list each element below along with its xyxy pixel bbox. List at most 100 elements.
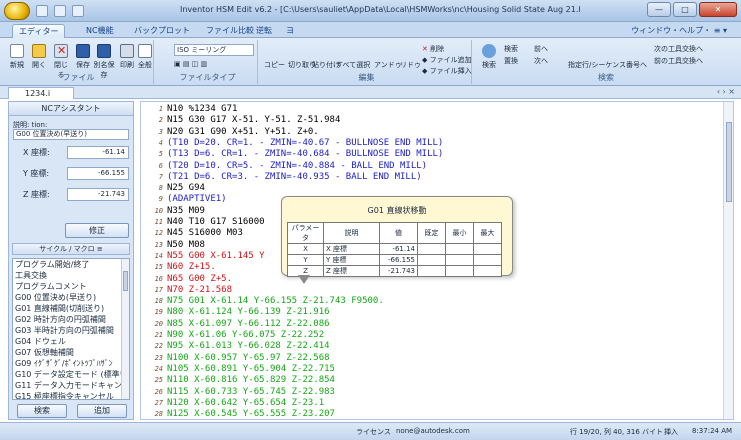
- cycle-list-item[interactable]: G02 時計方向の円弧補間: [13, 314, 123, 325]
- application-menu-button[interactable]: [4, 2, 30, 20]
- minimize-button[interactable]: —: [647, 2, 671, 17]
- cycle-macro-header[interactable]: サイクル / マクロ ≡: [12, 243, 130, 255]
- code-line[interactable]: 4 (T10 D=20. CR=1. - ZMIN=-40.67 - BULLNO…: [141, 138, 721, 150]
- search-button[interactable]: 検索: [478, 44, 500, 70]
- code-line[interactable]: 5 (T13 D=6. CR=1. - ZMIN=-40.684 - BULLNO…: [141, 149, 721, 161]
- cycle-list-item[interactable]: G07 仮想軸補間: [13, 347, 123, 358]
- prev-button[interactable]: 前へ: [534, 44, 548, 54]
- param-empty: [417, 254, 446, 266]
- qat-redo-icon[interactable]: [72, 5, 84, 17]
- line-number: 15: [154, 263, 163, 272]
- line-number: 9: [158, 195, 163, 204]
- line-number: 4: [158, 138, 163, 147]
- line-number: 1: [158, 105, 163, 113]
- maximize-button[interactable]: □: [673, 2, 697, 17]
- tab-extra[interactable]: ヨ: [280, 24, 300, 38]
- code-line[interactable]: 6 (T20 D=10. CR=5. - ZMIN=-40.884 - BALL …: [141, 161, 721, 173]
- code-line[interactable]: 19 N80 X-61.124 Y-66.139 Z-21.916: [141, 307, 721, 319]
- close-window-button[interactable]: ✕: [699, 2, 737, 17]
- general-button[interactable]: 全般: [136, 44, 154, 70]
- col-min: 最小: [445, 222, 474, 244]
- tab-nc-functions[interactable]: NC機能: [80, 24, 120, 38]
- tab-editor[interactable]: エディター: [12, 24, 66, 38]
- cycle-list-item[interactable]: G15 極座標指令キャンセル: [13, 391, 123, 399]
- code-line[interactable]: 27 N120 X-60.642 Y-65.654 Z-23.1: [141, 398, 721, 410]
- tab-backplot[interactable]: バックプロット: [128, 24, 196, 38]
- document-nav[interactable]: ‹ › ×: [717, 87, 735, 96]
- x-coord-field[interactable]: -61.14: [67, 146, 129, 159]
- code-line[interactable]: 7 (T21 D=6. CR=3. - ZMIN=-40.935 - BALL E…: [141, 172, 721, 184]
- param-empty: [473, 243, 502, 255]
- qat-undo-icon[interactable]: [54, 5, 66, 17]
- cycle-list-item[interactable]: プログラム開始/終了: [13, 259, 123, 270]
- code-line[interactable]: 1 N10 %1234 G71: [141, 104, 721, 116]
- modify-button[interactable]: 修正: [65, 223, 129, 238]
- add-file-button[interactable]: ◆ ファイル追加: [422, 55, 472, 65]
- cycle-add-button[interactable]: 追加: [77, 404, 127, 418]
- cycle-list-item[interactable]: G03 半時計方向の円弧補間: [13, 325, 123, 336]
- ribbon-tabs: エディター NC機能 バックプロット ファイル比較 逆転 ヨ ウィンドウ・ヘルプ…: [0, 22, 741, 38]
- code-line[interactable]: 23 N100 X-60.957 Y-65.97 Z-22.568: [141, 353, 721, 365]
- open-button[interactable]: 開く: [30, 44, 48, 70]
- filetype-combo[interactable]: ISO ミーリング: [174, 44, 254, 56]
- new-button[interactable]: 新規: [8, 44, 26, 70]
- z-coord-field[interactable]: -21.743: [67, 188, 129, 201]
- cycle-list-item[interactable]: 工具交換: [13, 270, 123, 281]
- code-line[interactable]: 24 N105 X-60.891 Y-65.904 Z-22.715: [141, 364, 721, 376]
- cycle-list-scroll-thumb[interactable]: [123, 271, 128, 291]
- line-number: 3: [158, 127, 163, 136]
- tooltip-param-row: YY 座標 -66.155: [287, 254, 502, 266]
- code-line[interactable]: 2 N15 G30 G17 X-51. Y-51. Z-51.984: [141, 115, 721, 127]
- next-button[interactable]: 次へ: [534, 56, 548, 66]
- code-line[interactable]: 20 N85 X-61.097 Y-66.112 Z-22.086: [141, 319, 721, 331]
- copy-button[interactable]: コピー: [264, 60, 285, 70]
- cycle-list-item[interactable]: G04 ドウェル: [13, 336, 123, 347]
- tab-reverse[interactable]: 逆転: [250, 24, 278, 38]
- clock: 8:37:24 AM: [692, 427, 733, 435]
- redo-button[interactable]: リドゥ: [400, 60, 421, 70]
- code-text: N75 G01 X-61.14 Y-66.155 Z-21.743 F9500.: [167, 296, 384, 307]
- code-line[interactable]: 25 N110 X-60.816 Y-65.829 Z-22.854: [141, 375, 721, 387]
- description-field[interactable]: G00 位置決め(早送り): [13, 129, 129, 140]
- delete-button[interactable]: ✕ 削除: [422, 44, 444, 54]
- y-coord-field[interactable]: -66.155: [67, 167, 129, 180]
- cycle-list-scrollbar[interactable]: [121, 259, 129, 399]
- goto-line-button[interactable]: 指定行/シーケンス番号へ: [568, 60, 647, 70]
- param-param: Z: [287, 265, 324, 277]
- cycle-list-item[interactable]: G10 データ設定モード (標準ワ: [13, 369, 123, 380]
- group-filetype: ISO ミーリング ▣ ▤ ◫ ▥ ファイルタイプ: [158, 40, 258, 84]
- editor-scroll-thumb[interactable]: [726, 122, 732, 202]
- qat-save-icon[interactable]: [36, 5, 48, 17]
- code-text: N70 Z-21.568: [167, 284, 233, 295]
- line-number: 16: [154, 274, 163, 283]
- next-tool-change-button[interactable]: 次の工具交換へ: [654, 44, 703, 54]
- code-line[interactable]: 8 N25 G94: [141, 183, 721, 195]
- code-line[interactable]: 3 N20 G31 G90 X+51. Y+51. Z+0.: [141, 127, 721, 139]
- cycle-list-item[interactable]: G00 位置決め(早送り): [13, 292, 123, 303]
- document-tab[interactable]: 1234.i: [8, 87, 74, 99]
- code-line[interactable]: 21 N90 X-61.06 Y-66.075 Z-22.252: [141, 330, 721, 342]
- code-line[interactable]: 17 N70 Z-21.568: [141, 285, 721, 297]
- window-help-menu[interactable]: ウィンドウ・ヘルプ・ ≡ ▾: [631, 25, 727, 36]
- replace-button[interactable]: 置換: [504, 56, 518, 66]
- code-line[interactable]: 26 N115 X-60.733 Y-65.745 Z-22.983: [141, 387, 721, 399]
- code-line[interactable]: 22 N95 X-61.013 Y-66.028 Z-22.414: [141, 341, 721, 353]
- document-tab-strip: 1234.i ‹ › ×: [0, 86, 741, 99]
- prev-tool-change-button[interactable]: 前の工具交換へ: [654, 56, 703, 66]
- cycle-list-item[interactable]: プログラムコメント: [13, 281, 123, 292]
- cycle-search-button[interactable]: 検索: [17, 404, 67, 418]
- code-line[interactable]: 18 N75 G01 X-61.14 Y-66.155 Z-21.743 F950…: [141, 296, 721, 308]
- editor-scrollbar[interactable]: [723, 102, 733, 419]
- print-button[interactable]: 印刷: [118, 44, 136, 70]
- code-line[interactable]: 28 N125 X-60.545 Y-65.555 Z-23.207: [141, 409, 721, 419]
- filetype-icons[interactable]: ▣ ▤ ◫ ▥: [174, 60, 207, 68]
- line-number: 25: [154, 376, 163, 385]
- cycle-list-item[interactable]: G01 直線補間(切削送り): [13, 303, 123, 314]
- cycle-list-item[interactable]: G09 ｲｸﾞｻﾞｸﾞ/ﾎﾟｲﾝﾄﾂﾌﾞﾊｻﾞﾝ: [13, 358, 123, 369]
- cycle-list-item[interactable]: G11 データ入力モードキャンセル: [13, 380, 123, 391]
- find-button[interactable]: 検索: [504, 44, 518, 54]
- save-icon: [76, 44, 90, 58]
- undo-button[interactable]: アンドゥ: [374, 60, 402, 70]
- select-all-button[interactable]: すべて選択: [336, 60, 370, 70]
- save-button[interactable]: 保存: [74, 44, 92, 70]
